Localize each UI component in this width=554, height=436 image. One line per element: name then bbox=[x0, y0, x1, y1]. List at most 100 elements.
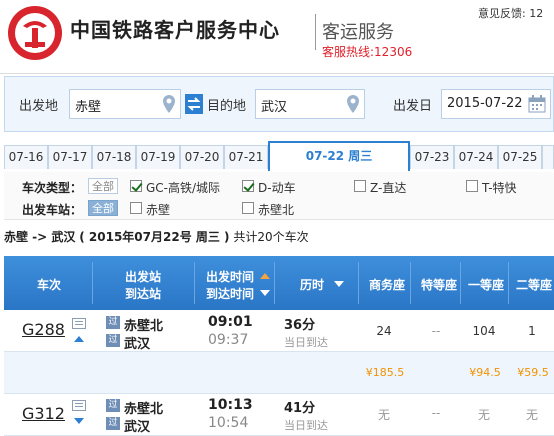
date-label: 出发日 bbox=[393, 99, 433, 114]
second-seat-count: 无 bbox=[525, 408, 538, 422]
table-row[interactable]: G312 过 赤壁北 过 武汉 10:13 10:54 41分 当日到达 无 -… bbox=[4, 394, 554, 436]
arrive-time: 10:54 bbox=[208, 415, 249, 431]
tab-date-0724[interactable]: 07-24 bbox=[454, 145, 498, 169]
tab-date-0716[interactable]: 07-16 bbox=[4, 145, 48, 169]
tab-date-0719[interactable]: 07-19 bbox=[136, 145, 180, 169]
hotline-text: 客服热线:12306 bbox=[322, 45, 413, 59]
second-seat-count: 1 bbox=[528, 324, 536, 338]
tab-date-0720[interactable]: 07-20 bbox=[180, 145, 224, 169]
col-first-seat: 一等座 bbox=[467, 278, 504, 292]
expand-stops-icon[interactable] bbox=[74, 336, 84, 342]
col-duration[interactable]: 历时 bbox=[292, 276, 332, 293]
checkbox-station-chibi-label: 赤壁 bbox=[146, 203, 171, 217]
date-tab-bar: 07-16 07-17 07-18 07-19 07-20 07-21 07-2… bbox=[4, 141, 554, 171]
pass-through-badge: 过 bbox=[106, 399, 120, 412]
train-info-icon[interactable] bbox=[72, 318, 86, 329]
sort-duration-icon[interactable] bbox=[334, 281, 344, 287]
summary-date: ( 2015年07月22号 周三 ) bbox=[79, 230, 230, 244]
checkbox-t[interactable] bbox=[466, 180, 478, 192]
col-premium-seat: 特等座 bbox=[420, 278, 457, 292]
checkbox-station-chibibei[interactable] bbox=[242, 202, 254, 214]
col-depart-time[interactable]: 出发时间 bbox=[200, 268, 260, 285]
filter-panel: 车次类型： 全部 GC-高铁/城际 D-动车 Z-直达 T-特快 出发车站： 全… bbox=[4, 172, 554, 220]
site-title: 中国铁路客户服务中心 bbox=[70, 18, 280, 42]
pass-through-badge: 过 bbox=[106, 316, 120, 329]
depart-time: 09:01 bbox=[208, 314, 253, 330]
first-price: ¥94.5 bbox=[469, 366, 501, 379]
train-info-icon[interactable] bbox=[72, 400, 86, 411]
header-divider bbox=[194, 262, 195, 304]
checkbox-t-label: T-特快 bbox=[482, 181, 517, 195]
col-depart-station: 出发站 bbox=[124, 270, 161, 284]
to-label: 目的地 bbox=[207, 99, 247, 114]
site-subtitle: 客运服务 bbox=[322, 22, 394, 43]
tab-date-0723[interactable]: 07-23 bbox=[410, 145, 454, 169]
col-arrive-time[interactable]: 到达时间 bbox=[200, 285, 260, 302]
checkbox-gc[interactable] bbox=[130, 180, 142, 192]
date-input[interactable]: 2015-07-22 bbox=[441, 89, 551, 119]
checkbox-station-chibi[interactable] bbox=[130, 202, 142, 214]
swap-stations-icon[interactable] bbox=[185, 94, 203, 114]
col-train[interactable]: 车次 bbox=[24, 276, 74, 293]
table-header: 车次 出发站 到达站 出发时间 到达时间 历时 商务座 特等座 一等座 二等座 bbox=[4, 256, 554, 310]
price-row: ¥185.5 ¥94.5 ¥59.5 bbox=[4, 352, 554, 394]
from-input[interactable]: 赤壁 bbox=[69, 89, 181, 119]
train-number-link[interactable]: G288 bbox=[22, 320, 65, 339]
train-type-label: 车次类型： bbox=[22, 181, 83, 195]
date-input-value: 2015-07-22 bbox=[447, 96, 523, 111]
header-divider bbox=[410, 262, 411, 304]
premium-seat-count: -- bbox=[431, 324, 441, 338]
to-input[interactable]: 武汉 bbox=[255, 89, 365, 119]
location-pin-icon[interactable] bbox=[163, 95, 175, 113]
railway-logo-icon bbox=[8, 6, 62, 60]
header-divider bbox=[358, 262, 359, 304]
station-all-button[interactable]: 全部 bbox=[88, 200, 118, 216]
header-divider bbox=[92, 262, 93, 304]
summary-route: 赤壁 -> 武汉 bbox=[4, 230, 76, 244]
location-pin-icon[interactable] bbox=[347, 95, 359, 113]
sort-asc-icon[interactable] bbox=[260, 273, 270, 279]
train-number-link[interactable]: G312 bbox=[22, 404, 65, 423]
tab-date-0725[interactable]: 07-25 bbox=[498, 145, 542, 169]
depart-station: 赤壁北 bbox=[124, 319, 164, 334]
pass-through-badge: 过 bbox=[106, 334, 120, 347]
arrival-note: 当日到达 bbox=[284, 419, 328, 432]
business-seat-count: 24 bbox=[376, 324, 392, 338]
duration: 41分 bbox=[284, 401, 316, 416]
tab-date-0717[interactable]: 07-17 bbox=[48, 145, 92, 169]
tab-date-overflow[interactable] bbox=[542, 145, 554, 169]
header-divider bbox=[315, 14, 316, 50]
table-row[interactable]: G288 过 赤壁北 过 武汉 09:01 09:37 36分 当日到达 24 … bbox=[4, 310, 554, 352]
result-summary: 赤壁 -> 武汉 ( 2015年07月22号 周三 ) 共计20个车次 bbox=[4, 228, 309, 245]
header-divider bbox=[274, 262, 275, 304]
feedback-link[interactable]: 意见反馈: 12 bbox=[478, 5, 543, 21]
arrive-station: 武汉 bbox=[124, 420, 151, 435]
to-input-value: 武汉 bbox=[261, 100, 288, 115]
arrive-station: 武汉 bbox=[124, 337, 151, 352]
checkbox-d[interactable] bbox=[242, 180, 254, 192]
arrival-note: 当日到达 bbox=[284, 336, 328, 349]
sort-desc-icon[interactable] bbox=[260, 290, 270, 296]
first-seat-count: 104 bbox=[472, 324, 496, 338]
checkbox-gc-label: GC-高铁/城际 bbox=[146, 181, 221, 195]
tab-date-0721[interactable]: 07-21 bbox=[224, 145, 268, 169]
from-label: 出发地 bbox=[19, 99, 59, 114]
calendar-icon[interactable] bbox=[528, 95, 546, 113]
business-seat-count: 无 bbox=[377, 408, 390, 422]
premium-seat-count: -- bbox=[431, 406, 441, 420]
checkbox-d-label: D-动车 bbox=[258, 181, 296, 195]
pass-through-badge: 过 bbox=[106, 417, 120, 430]
station-label: 出发车站： bbox=[22, 203, 83, 217]
train-type-all-button[interactable]: 全部 bbox=[88, 178, 118, 194]
tab-date-0722-active[interactable]: 07-22 周三 bbox=[268, 141, 410, 171]
expand-stops-icon[interactable] bbox=[74, 418, 84, 424]
checkbox-z[interactable] bbox=[354, 180, 366, 192]
depart-time: 10:13 bbox=[208, 397, 253, 413]
business-price: ¥185.5 bbox=[365, 366, 405, 379]
search-bar: 出发地 赤壁 目的地 武汉 出发日 2015-07-22 bbox=[4, 76, 554, 132]
col-arrive-station: 到达站 bbox=[124, 287, 161, 301]
checkbox-z-label: Z-直达 bbox=[370, 181, 407, 195]
depart-station: 赤壁北 bbox=[124, 402, 164, 417]
tab-date-0718[interactable]: 07-18 bbox=[92, 145, 136, 169]
header-divider bbox=[460, 262, 461, 304]
